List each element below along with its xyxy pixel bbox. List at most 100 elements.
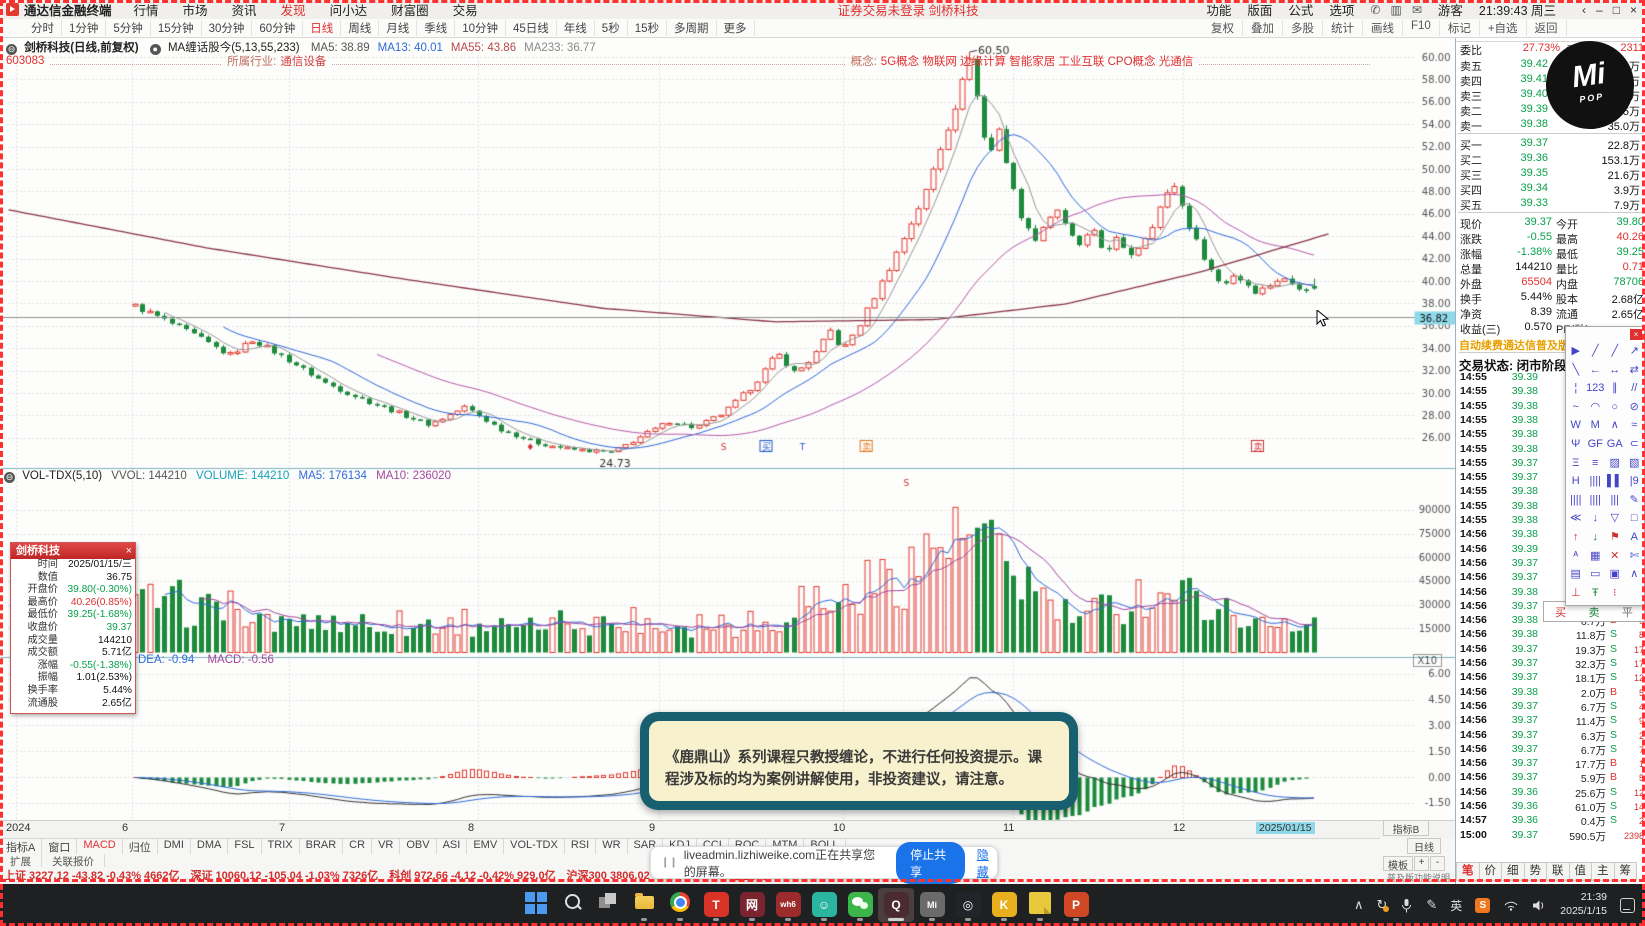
kline-chart[interactable] xyxy=(0,37,1455,822)
taskbar-app-start[interactable] xyxy=(518,888,554,922)
titlebar-icon[interactable]: ✉ xyxy=(1412,3,1422,17)
taskbar-app-qq[interactable]: Q xyxy=(878,888,914,922)
titlebar-menu-item[interactable]: 版面 xyxy=(1247,0,1272,19)
chart-tool-item[interactable]: 多股 xyxy=(1283,20,1323,36)
taskbar-app-chrome[interactable] xyxy=(662,888,698,922)
draw-tool[interactable]: W xyxy=(1566,416,1586,435)
draw-tool[interactable]: |||| xyxy=(1586,491,1606,510)
top-menu-item[interactable]: 资讯 xyxy=(232,0,257,19)
indicator-b-tab[interactable]: 指标B xyxy=(1383,820,1429,836)
pen-icon[interactable]: ✎ xyxy=(1426,897,1437,913)
chart-tool-item[interactable]: 统计 xyxy=(1323,20,1363,36)
taskbar-app-obs[interactable]: ◎ xyxy=(950,888,986,922)
taskbar-app-wechat[interactable] xyxy=(842,888,878,922)
period-item[interactable]: 周线 xyxy=(341,20,380,36)
period-item[interactable]: 1分钟 xyxy=(62,20,107,36)
chart-tool-item[interactable]: 返回 xyxy=(1527,20,1567,36)
tray-clock[interactable]: 21:39 2025/1/15 xyxy=(1560,891,1607,918)
stock-code[interactable]: 603083 xyxy=(6,55,44,67)
s-app-tray-icon[interactable]: S xyxy=(1475,897,1491,913)
top-menu-item[interactable]: 市场 xyxy=(183,0,208,19)
indicator-tab[interactable]: RSI xyxy=(565,839,597,854)
help-link[interactable]: 普及版功能说明 xyxy=(1383,871,1454,882)
taskbar-app-ppt[interactable]: P xyxy=(1058,888,1094,922)
indicator-tab[interactable]: DMI xyxy=(158,839,191,854)
taskbar-app-notes[interactable] xyxy=(1022,888,1058,922)
quote-bottom-tab[interactable]: 笔 xyxy=(1456,862,1480,881)
indicator-tab[interactable]: BRAR xyxy=(300,839,344,854)
draw-tool[interactable]: ⊘ xyxy=(1625,398,1645,417)
taskbar-app-netease[interactable]: 网 xyxy=(734,888,770,922)
draw-tool[interactable]: |||| xyxy=(1586,472,1606,491)
quote-bottom-tab[interactable]: 价 xyxy=(1479,862,1502,881)
expand-row-item[interactable]: 扩展 xyxy=(0,854,42,868)
indicator-tab[interactable]: FSL xyxy=(228,839,262,854)
period-item[interactable]: 60分钟 xyxy=(252,20,304,36)
indicator-tab[interactable]: DMA xyxy=(191,839,229,854)
draw-tool[interactable]: ◠ xyxy=(1586,398,1606,417)
draw-tool[interactable]: ▶ xyxy=(1566,342,1586,361)
indicator-tab[interactable]: ASI xyxy=(437,839,468,854)
volume-icon[interactable] xyxy=(1532,899,1547,912)
quote-bottom-tab[interactable]: 联 xyxy=(1547,862,1570,881)
titlebar-icon[interactable]: ▥ xyxy=(1390,3,1401,17)
top-menu-item[interactable]: 财富圈 xyxy=(391,0,429,19)
sync-icon[interactable]: ↻ xyxy=(1376,897,1390,913)
draw-tool[interactable]: ▽ xyxy=(1605,509,1625,528)
draw-tool[interactable]: ¦ xyxy=(1566,379,1586,398)
taskbar-app-doubao[interactable]: ☺ xyxy=(806,888,842,922)
titlebar-menu-item[interactable]: 选项 xyxy=(1329,0,1354,19)
chart-tool-item[interactable]: +自选 xyxy=(1480,20,1527,36)
draw-tool[interactable]: M xyxy=(1586,416,1606,435)
draw-tool[interactable]: ✄ xyxy=(1625,547,1645,566)
draw-tool[interactable]: A xyxy=(1625,528,1645,547)
window-control-button[interactable]: × xyxy=(1630,3,1637,17)
draw-tool[interactable]: ∥ xyxy=(1605,379,1625,398)
draw-tool[interactable]: ▨ xyxy=(1605,454,1625,473)
draw-tool[interactable]: ✎ xyxy=(1625,491,1645,510)
tray-chevron-icon[interactable]: ∧ xyxy=(1354,897,1364,913)
draw-tool[interactable]: ✕ xyxy=(1605,547,1625,566)
draw-tool[interactable] xyxy=(1625,584,1645,603)
draw-tool[interactable]: ▭ xyxy=(1586,565,1606,584)
draw-tool[interactable]: ⊂ xyxy=(1625,435,1645,454)
chart-tool-item[interactable]: F10 xyxy=(1403,20,1440,36)
indicator-tab[interactable]: EMV xyxy=(467,839,505,854)
indicator-tab[interactable]: OBV xyxy=(400,839,437,854)
period-item[interactable]: 15分钟 xyxy=(151,20,202,36)
draw-tool[interactable]: ⇄ xyxy=(1625,361,1645,380)
top-menu-item[interactable]: 问小达 xyxy=(330,0,368,19)
taskbar-app-kdocs[interactable]: K xyxy=(986,888,1022,922)
quote-bottom-tab[interactable]: 筹 xyxy=(1614,862,1637,881)
draw-tool[interactable]: Ξ xyxy=(1566,454,1586,473)
window-control-button[interactable]: □ xyxy=(1613,3,1620,17)
stop-share-button[interactable]: 停止共享 xyxy=(896,841,965,884)
hide-share-link[interactable]: 隐藏 xyxy=(977,846,997,880)
period-item[interactable]: 15秒 xyxy=(628,20,667,36)
titlebar-menu-item[interactable]: 公式 xyxy=(1288,0,1313,19)
wifi-icon[interactable] xyxy=(1503,899,1519,911)
draw-tool[interactable]: ⊥ xyxy=(1566,584,1586,603)
draw-tool[interactable]: |||| xyxy=(1566,491,1586,510)
chart-tool-item[interactable]: 复权 xyxy=(1203,20,1243,36)
period-item[interactable]: 更多 xyxy=(717,20,755,36)
period-item[interactable]: 10分钟 xyxy=(455,20,506,36)
period-item[interactable]: 5分钟 xyxy=(106,20,151,36)
draw-tool[interactable]: ||| xyxy=(1605,491,1625,510)
quote-bottom-tab[interactable]: 值 xyxy=(1569,862,1592,881)
indicator-tab[interactable]: 窗口 xyxy=(42,839,78,854)
draw-tool[interactable]: ╱ xyxy=(1605,342,1625,361)
vol-indicator-name[interactable]: VOL-TDX(5,10) xyxy=(22,470,102,482)
zoom-out-button[interactable]: - xyxy=(1430,856,1445,871)
period-item[interactable]: 日线 xyxy=(303,20,342,36)
draw-tool[interactable]: Ŧ xyxy=(1586,584,1606,603)
microphone-icon[interactable] xyxy=(1400,898,1413,913)
draw-tool[interactable]: ╱ xyxy=(1586,342,1606,361)
window-control-button[interactable]: – xyxy=(1596,3,1603,17)
titlebar-icon[interactable]: ✆ xyxy=(1370,3,1380,17)
draw-tool[interactable]: ∧ xyxy=(1625,565,1645,584)
period-item[interactable]: 月线 xyxy=(379,20,418,36)
draw-tool[interactable]: H xyxy=(1566,472,1586,491)
draw-tool[interactable]: ⁝ xyxy=(1605,584,1625,603)
draw-tool[interactable]: |9 xyxy=(1625,472,1645,491)
